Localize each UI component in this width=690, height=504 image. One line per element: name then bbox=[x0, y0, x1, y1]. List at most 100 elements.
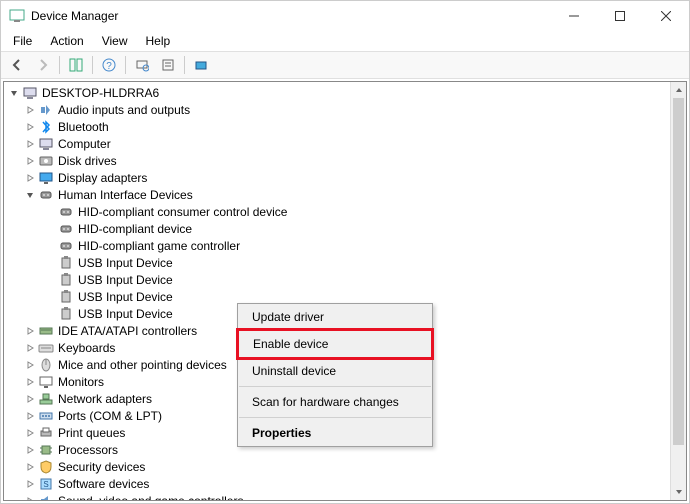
svg-text:S: S bbox=[43, 480, 48, 489]
tree-node-cat-1[interactable]: Bluetooth bbox=[4, 118, 686, 135]
tree-node-cat-15[interactable]: SSoftware devices bbox=[4, 475, 686, 492]
enable-button[interactable] bbox=[189, 54, 213, 76]
scroll-down-button[interactable] bbox=[671, 484, 686, 500]
tree-node-cat-16[interactable]: Sound, video and game controllers bbox=[4, 492, 686, 501]
expand-arrow-icon[interactable] bbox=[44, 206, 56, 218]
tree-node-label: Human Interface Devices bbox=[58, 188, 193, 202]
tree-node-cat-5-child-2[interactable]: HID-compliant game controller bbox=[4, 237, 686, 254]
hid-icon bbox=[58, 204, 74, 220]
vertical-scrollbar[interactable] bbox=[670, 82, 686, 500]
properties-button[interactable] bbox=[156, 54, 180, 76]
tree-node-cat-5-child-3[interactable]: USB Input Device bbox=[4, 254, 686, 271]
device-tree-panel: DESKTOP-HLDRRA6 Audio inputs and outputsB… bbox=[3, 81, 687, 501]
port-icon bbox=[38, 408, 54, 424]
scroll-up-button[interactable] bbox=[671, 82, 686, 98]
scroll-track[interactable] bbox=[671, 98, 686, 484]
usb-icon bbox=[58, 289, 74, 305]
expand-arrow-icon[interactable] bbox=[24, 342, 36, 354]
back-button[interactable] bbox=[5, 54, 29, 76]
tree-node-cat-4[interactable]: Display adapters bbox=[4, 169, 686, 186]
menubar: File Action View Help bbox=[1, 31, 689, 51]
maximize-button[interactable] bbox=[597, 1, 643, 31]
tree-node-label: Monitors bbox=[58, 375, 104, 389]
expand-arrow-icon[interactable] bbox=[24, 444, 36, 456]
audio-icon bbox=[38, 102, 54, 118]
forward-button[interactable] bbox=[31, 54, 55, 76]
expand-arrow-icon[interactable] bbox=[24, 104, 36, 116]
cm-enable-device-highlight: Enable device bbox=[236, 328, 434, 360]
display-icon bbox=[38, 170, 54, 186]
tree-node-label: Audio inputs and outputs bbox=[58, 103, 190, 117]
expand-arrow-icon[interactable] bbox=[24, 189, 36, 201]
tree-node-label: Processors bbox=[58, 443, 118, 457]
tree-node-root[interactable]: DESKTOP-HLDRRA6 bbox=[4, 84, 686, 101]
tree-node-cat-5-child-4[interactable]: USB Input Device bbox=[4, 271, 686, 288]
help-button[interactable]: ? bbox=[97, 54, 121, 76]
expand-arrow-icon[interactable] bbox=[24, 478, 36, 490]
minimize-button[interactable] bbox=[551, 1, 597, 31]
tree-node-label: Mice and other pointing devices bbox=[58, 358, 227, 372]
expand-arrow-icon[interactable] bbox=[24, 325, 36, 337]
device-manager-window: Device Manager File Action View Help ? D… bbox=[0, 0, 690, 504]
expand-arrow-icon[interactable] bbox=[24, 393, 36, 405]
menu-help[interactable]: Help bbox=[138, 32, 179, 50]
expand-arrow-icon[interactable] bbox=[24, 376, 36, 388]
tree-node-label: Computer bbox=[58, 137, 111, 151]
expand-arrow-icon[interactable] bbox=[44, 257, 56, 269]
expand-arrow-icon[interactable] bbox=[24, 121, 36, 133]
tree-node-cat-3[interactable]: Disk drives bbox=[4, 152, 686, 169]
cm-enable-device[interactable]: Enable device bbox=[239, 331, 431, 357]
expand-arrow-icon[interactable] bbox=[44, 223, 56, 235]
window-title: Device Manager bbox=[31, 9, 551, 23]
cm-scan-hardware[interactable]: Scan for hardware changes bbox=[238, 389, 432, 415]
tree-node-cat-5[interactable]: Human Interface Devices bbox=[4, 186, 686, 203]
expand-arrow-icon[interactable] bbox=[24, 138, 36, 150]
tree-node-label: Disk drives bbox=[58, 154, 117, 168]
tree-node-label: Ports (COM & LPT) bbox=[58, 409, 162, 423]
printer-icon bbox=[38, 425, 54, 441]
tree-node-cat-5-child-0[interactable]: HID-compliant consumer control device bbox=[4, 203, 686, 220]
show-hide-tree-button[interactable] bbox=[64, 54, 88, 76]
cm-uninstall-device[interactable]: Uninstall device bbox=[238, 358, 432, 384]
scroll-thumb[interactable] bbox=[673, 98, 684, 445]
computer-icon bbox=[38, 136, 54, 152]
tree-node-label: Network adapters bbox=[58, 392, 152, 406]
expand-arrow-icon[interactable] bbox=[24, 495, 36, 502]
expand-arrow-icon[interactable] bbox=[24, 155, 36, 167]
security-icon bbox=[38, 459, 54, 475]
usb-icon bbox=[58, 255, 74, 271]
toolbar-sep bbox=[59, 56, 60, 74]
tree-node-cat-0[interactable]: Audio inputs and outputs bbox=[4, 101, 686, 118]
expand-arrow-icon[interactable] bbox=[24, 427, 36, 439]
scan-button[interactable] bbox=[130, 54, 154, 76]
menu-file[interactable]: File bbox=[5, 32, 40, 50]
tree-node-cat-2[interactable]: Computer bbox=[4, 135, 686, 152]
cm-separator bbox=[239, 417, 431, 418]
expand-arrow-icon[interactable] bbox=[24, 461, 36, 473]
tree-node-cat-5-child-1[interactable]: HID-compliant device bbox=[4, 220, 686, 237]
usb-icon bbox=[58, 272, 74, 288]
hid-icon bbox=[38, 187, 54, 203]
expand-arrow-icon[interactable] bbox=[24, 410, 36, 422]
close-button[interactable] bbox=[643, 1, 689, 31]
expand-arrow-icon[interactable] bbox=[44, 291, 56, 303]
tree-node-label: HID-compliant game controller bbox=[78, 239, 240, 253]
hid-icon bbox=[58, 238, 74, 254]
tree-node-label: Sound, video and game controllers bbox=[58, 494, 243, 502]
toolbar-sep bbox=[125, 56, 126, 74]
tree-node-cat-14[interactable]: Security devices bbox=[4, 458, 686, 475]
cm-update-driver[interactable]: Update driver bbox=[238, 304, 432, 330]
expand-arrow-icon[interactable] bbox=[24, 359, 36, 371]
svg-text:?: ? bbox=[106, 61, 112, 72]
window-buttons bbox=[551, 1, 689, 31]
expand-arrow-icon[interactable] bbox=[44, 240, 56, 252]
expand-arrow-icon[interactable] bbox=[24, 172, 36, 184]
expand-arrow-icon[interactable] bbox=[44, 274, 56, 286]
menu-action[interactable]: Action bbox=[42, 32, 91, 50]
tree-node-label: Security devices bbox=[58, 460, 145, 474]
menu-view[interactable]: View bbox=[94, 32, 136, 50]
expand-arrow-icon[interactable] bbox=[44, 308, 56, 320]
cm-properties[interactable]: Properties bbox=[238, 420, 432, 446]
toolbar-sep bbox=[92, 56, 93, 74]
expand-arrow-icon[interactable] bbox=[8, 87, 20, 99]
